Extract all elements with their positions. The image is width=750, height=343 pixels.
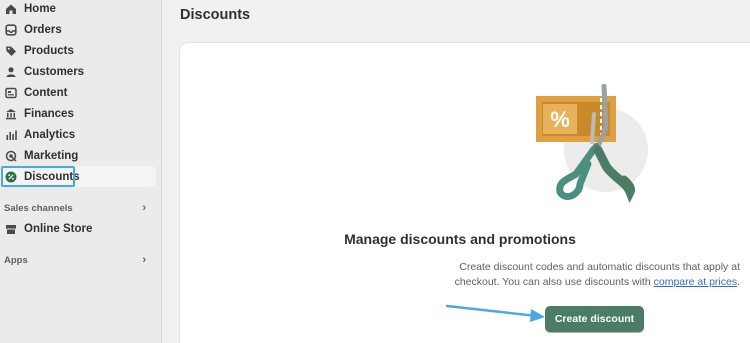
description-line2: checkout. You can also use discounts wit… [454, 276, 651, 288]
sidebar-item-products[interactable]: Products [0, 40, 156, 61]
sidebar-item-label: Analytics [24, 128, 76, 141]
sidebar-item-discounts[interactable]: Discounts [0, 166, 156, 187]
bank-icon [5, 108, 17, 120]
description-line1: Create discount codes and automatic disc… [459, 261, 740, 273]
sidebar-item-online-store[interactable]: Online Store [0, 218, 156, 239]
sidebar-item-label: Content [24, 86, 68, 99]
content-icon [5, 87, 17, 99]
sidebar-item-marketing[interactable]: Marketing [0, 145, 156, 166]
apps-label: Apps [4, 254, 28, 266]
sidebar-item-label: Customers [24, 65, 85, 78]
sidebar-item-customers[interactable]: Customers [0, 61, 156, 82]
sidebar: Home Orders Products Customers Content F… [0, 0, 162, 343]
sidebar-item-label: Discounts [24, 170, 80, 183]
sidebar-item-home[interactable]: Home [0, 0, 156, 19]
sales-channels-header[interactable]: Sales channels › [0, 199, 156, 217]
empty-state-card [180, 43, 750, 343]
sales-channels-label: Sales channels [4, 202, 73, 214]
sidebar-item-content[interactable]: Content [0, 82, 156, 103]
store-icon [5, 223, 17, 235]
discount-illustration: % [536, 84, 648, 203]
sidebar-item-label: Online Store [24, 222, 93, 235]
sidebar-item-analytics[interactable]: Analytics [0, 124, 156, 145]
apps-header[interactable]: Apps › [0, 251, 156, 269]
chevron-right-icon: › [142, 202, 146, 214]
empty-state-heading: Manage discounts and promotions [344, 231, 576, 247]
orders-icon [5, 23, 17, 36]
person-icon [5, 66, 17, 78]
description-period: . [737, 276, 740, 288]
sidebar-item-orders[interactable]: Orders [0, 19, 156, 40]
percent-symbol: % [550, 107, 570, 132]
sidebar-item-label: Orders [24, 23, 62, 36]
sidebar-item-label: Finances [24, 107, 74, 120]
compare-at-prices-link[interactable]: compare at prices [654, 276, 737, 288]
sidebar-item-label: Home [24, 2, 56, 15]
sidebar-item-label: Marketing [24, 149, 79, 162]
empty-state-description: Create discount codes and automatic disc… [440, 260, 740, 290]
sidebar-item-label: Products [24, 44, 74, 57]
home-icon [5, 3, 17, 15]
discount-icon [5, 171, 17, 183]
sidebar-item-finances[interactable]: Finances [0, 103, 156, 124]
target-icon [5, 150, 17, 162]
tag-icon [5, 45, 17, 57]
create-discount-button[interactable]: Create discount [545, 306, 644, 332]
bar-chart-icon [5, 129, 17, 141]
arrow-annotation [445, 304, 545, 322]
page-title: Discounts [180, 7, 251, 23]
chevron-right-icon: › [142, 254, 146, 266]
